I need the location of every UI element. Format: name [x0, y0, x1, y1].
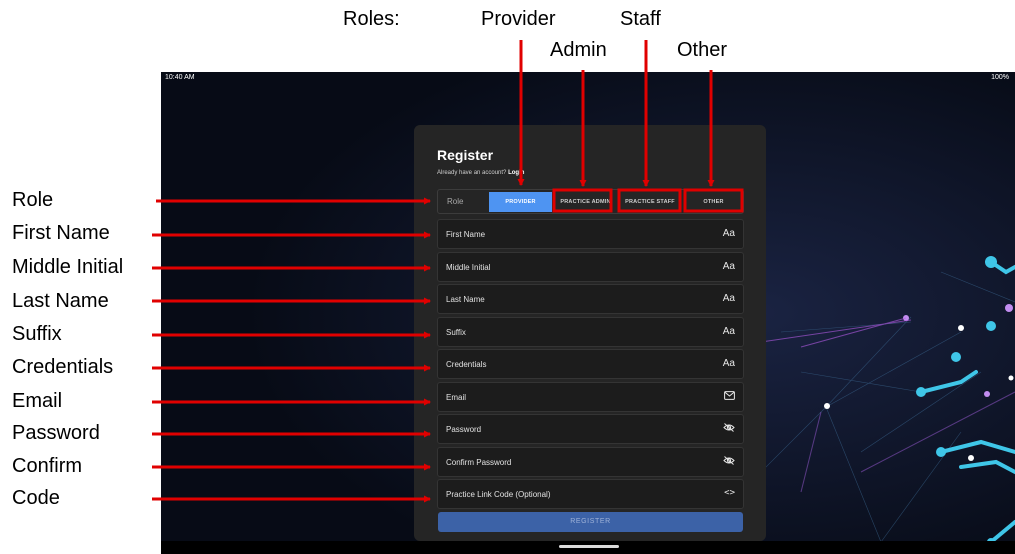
practice-link-code-field[interactable]: Practice Link Code (Optional) <> [437, 479, 744, 509]
middle-initial-label: Middle Initial [446, 263, 491, 272]
roles-heading: Roles: [343, 8, 400, 30]
role-option-provider[interactable]: PROVIDER [489, 192, 552, 212]
role-option-other[interactable]: OTHER [686, 192, 741, 212]
text-format-icon: Aa [722, 228, 735, 239]
confirm-password-field[interactable]: Confirm Password [437, 447, 744, 477]
role-label: Role [447, 197, 464, 206]
code-icon: <> [724, 488, 735, 498]
last-name-annotation: Last Name [12, 290, 109, 312]
role-selector: Role PROVIDER PRACTICE ADMIN PRACTICE ST… [437, 189, 744, 214]
eye-off-icon[interactable] [723, 423, 735, 435]
email-field[interactable]: Email [437, 382, 744, 412]
device-screen: 10:40 AM 100% Register Already have an a… [161, 72, 1015, 554]
provider-annotation: Provider [481, 8, 556, 30]
status-battery: 100% [991, 74, 1009, 81]
suffix-annotation: Suffix [12, 323, 62, 345]
login-link[interactable]: Login [508, 170, 524, 176]
text-format-icon: Aa [722, 326, 735, 337]
admin-annotation: Admin [550, 39, 607, 61]
email-label: Email [446, 393, 467, 402]
middle-initial-field[interactable]: Middle Initial Aa [437, 252, 744, 282]
role-annotation: Role [12, 189, 54, 211]
status-time: 10:40 AM [165, 74, 195, 81]
last-name-field[interactable]: Last Name Aa [437, 284, 744, 314]
first-name-field[interactable]: First Name Aa [437, 219, 744, 249]
practice-link-code-label: Practice Link Code (Optional) [446, 490, 551, 499]
first-name-label: First Name [446, 230, 486, 239]
password-annotation: Password [12, 422, 100, 444]
register-card: Register Already have an account? Login … [414, 125, 766, 541]
email-annotation: Email [12, 390, 63, 412]
role-option-practice-staff[interactable]: PRACTICE STAFF [620, 192, 680, 212]
credentials-label: Credentials [446, 360, 487, 369]
login-prompt-text: Already have an account? [437, 170, 509, 176]
other-annotation: Other [677, 39, 728, 61]
role-option-practice-admin[interactable]: PRACTICE ADMIN [556, 192, 615, 212]
mail-icon [724, 391, 735, 403]
suffix-label: Suffix [446, 328, 466, 337]
credentials-annotation: Credentials [12, 356, 114, 378]
bottom-bar [161, 541, 1015, 554]
first-name-annotation: First Name [12, 222, 110, 244]
home-indicator[interactable] [559, 545, 619, 548]
login-prompt: Already have an account? Login [437, 170, 524, 176]
code-annotation: Code [12, 487, 60, 509]
staff-annotation: Staff [620, 8, 661, 30]
eye-off-icon[interactable] [723, 456, 735, 468]
register-button[interactable]: REGISTER [438, 512, 743, 532]
middle-initial-annotation: Middle Initial [12, 256, 124, 278]
password-field[interactable]: Password [437, 414, 744, 444]
credentials-field[interactable]: Credentials Aa [437, 349, 744, 379]
last-name-label: Last Name [446, 295, 485, 304]
text-format-icon: Aa [722, 358, 735, 369]
confirm-password-label: Confirm Password [446, 458, 512, 467]
text-format-icon: Aa [722, 261, 735, 272]
password-label: Password [446, 425, 482, 434]
text-format-icon: Aa [722, 293, 735, 304]
confirm-annotation: Confirm [12, 455, 83, 477]
suffix-field[interactable]: Suffix Aa [437, 317, 744, 347]
register-title: Register [437, 147, 494, 163]
